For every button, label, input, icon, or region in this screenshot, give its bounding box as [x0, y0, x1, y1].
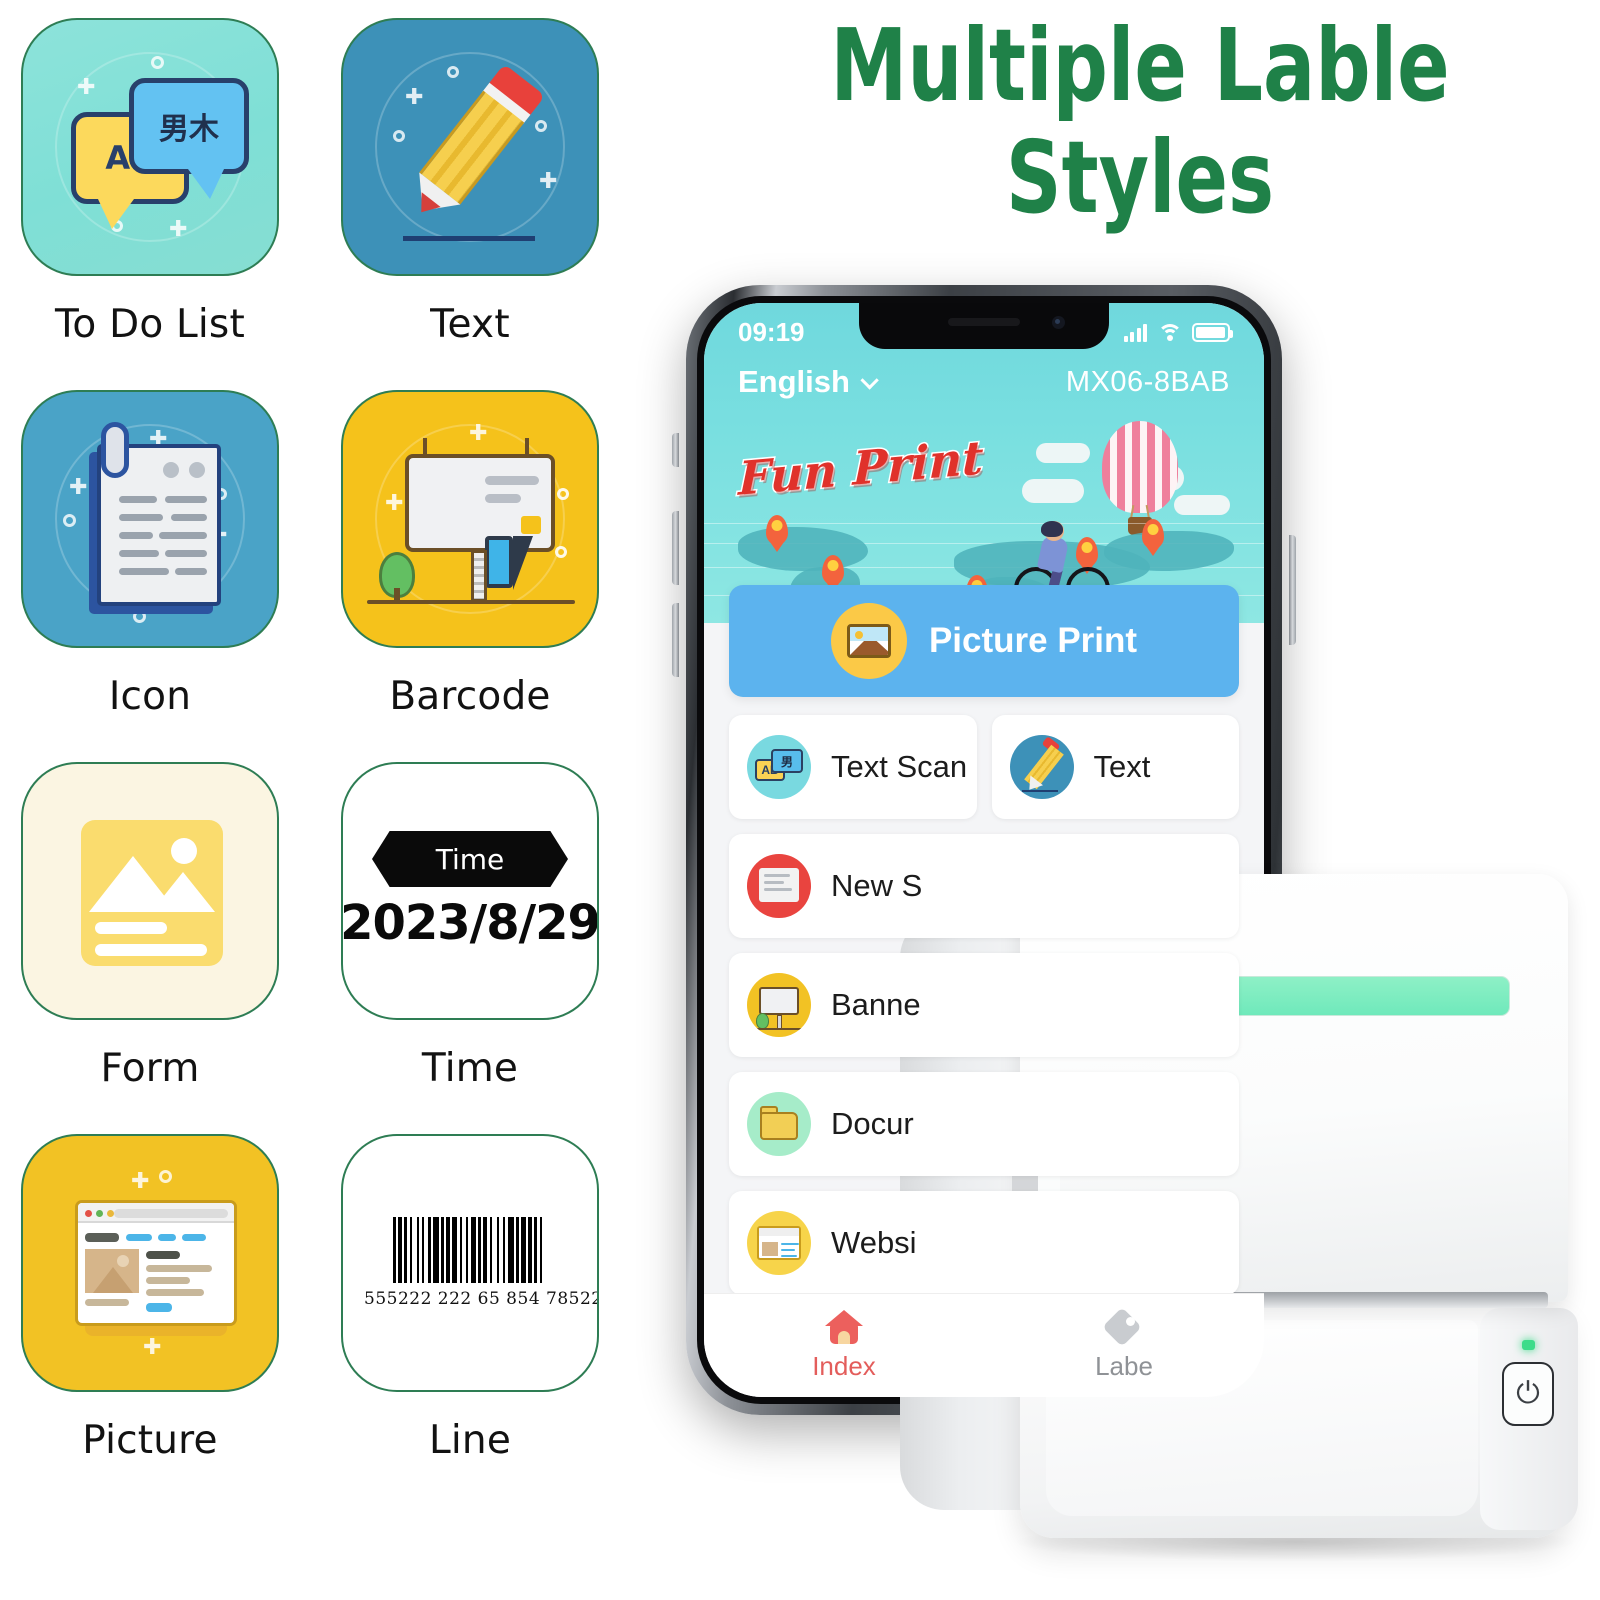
menu-item-label: Text Scan [831, 749, 968, 784]
tile-form[interactable]: Form [0, 762, 300, 1134]
status-bar-time: 09:19 [738, 316, 805, 347]
phone-mockup: 09:19 English MX06-8BAB Fun Print Pictur… [672, 285, 1296, 1415]
hot-air-balloon-icon [1102, 421, 1178, 535]
barcode-bars [393, 1217, 547, 1283]
underline-stroke [403, 236, 535, 241]
menu-item-label: New S [831, 868, 923, 903]
tile-icon[interactable]: ✚ ✚ ✚ [0, 390, 300, 762]
tile-label: Text [430, 302, 510, 347]
phone-screen: 09:19 English MX06-8BAB Fun Print Pictur… [704, 303, 1264, 1397]
tile-line[interactable]: 555222 222 65 854 78522 222 Line [320, 1134, 620, 1506]
battery-icon [1192, 322, 1233, 342]
fun-print-logo: Fun Print [736, 429, 985, 508]
tile-label: Icon [108, 674, 192, 719]
page-headline: Multiple Lable Styles [813, 10, 1467, 234]
menu-item-new-s[interactable]: New S [729, 834, 1239, 938]
language-label: English [738, 364, 850, 399]
power-button-icon[interactable]: ⏻ [1502, 1362, 1554, 1426]
tab-label: Index [812, 1350, 876, 1381]
tab-label-page[interactable]: Labe [984, 1294, 1264, 1397]
barcode-bar [542, 1217, 547, 1283]
tag-icon [1102, 1306, 1142, 1347]
tile-label: Picture [82, 1418, 218, 1463]
tile-picture-art: ✚ ✚ [21, 1134, 279, 1392]
time-banner: Time [372, 831, 568, 887]
tile-barcode[interactable]: ✚ ✚ Barcode [320, 390, 620, 762]
menu-row: Websi [729, 1191, 1239, 1295]
cloud-decor [1036, 443, 1090, 463]
folder-document-icon [747, 1092, 811, 1156]
tile-text[interactable]: ✚ ✚ Text [320, 18, 620, 390]
tile-to-do-list-art: ✚ ✚ AB 男木 [21, 18, 279, 276]
picture-print-icon [830, 603, 907, 679]
paperclip-icon [101, 422, 129, 478]
volume-up-button[interactable] [672, 511, 679, 585]
cloud-decor [1022, 479, 1084, 503]
device-id-label: MX06-8BAB [1065, 365, 1230, 398]
menu-item-banne[interactable]: Banne [729, 953, 1239, 1057]
home-icon [825, 1309, 863, 1344]
power-side-button[interactable] [1289, 535, 1296, 645]
tile-line-art: 555222 222 65 854 78522 222 [341, 1134, 599, 1392]
billboard-panel [405, 454, 555, 590]
language-selector[interactable]: English [738, 364, 879, 400]
bottom-tab-bar: Index Labe [704, 1293, 1264, 1397]
menu-row: New S [729, 834, 1239, 938]
tile-label: Form [100, 1046, 200, 1091]
label-style-grid: ✚ ✚ AB 男木 To Do List ✚ ✚ [0, 18, 620, 1538]
time-date-value: 2023/8/29 [341, 895, 599, 951]
picture-print-label: Picture Print [928, 621, 1138, 660]
menu-item-label: Banne [831, 987, 921, 1022]
barcode-digits: 555222 222 65 854 78522 222 [364, 1289, 599, 1309]
text-scan-icon: AB 男 [747, 735, 811, 799]
tile-form-art [21, 762, 279, 1020]
billboard-post [471, 550, 487, 602]
picture-print-button[interactable]: Picture Print [729, 585, 1239, 697]
image-form-icon [81, 820, 223, 966]
tile-barcode-art: ✚ ✚ [341, 390, 599, 648]
tile-label: Barcode [389, 674, 551, 719]
wifi-icon [1157, 323, 1182, 342]
tile-label: Time [421, 1046, 519, 1091]
pencil-icon [1009, 735, 1074, 799]
chevron-down-icon [860, 370, 879, 390]
menu-item-text-scan[interactable]: AB 男 Text Scan [729, 715, 977, 819]
menu-item-label: Websi [831, 1225, 917, 1260]
menu-row: Banne [729, 953, 1239, 1057]
tab-label: Labe [1095, 1350, 1153, 1381]
mute-switch[interactable] [672, 433, 679, 467]
scanner-device-icon [485, 536, 513, 588]
volume-down-button[interactable] [672, 603, 679, 677]
menu-row: AB 男 Text Scan Text [729, 715, 1239, 819]
menu-item-docur[interactable]: Docur [729, 1072, 1239, 1176]
banner-icon [747, 973, 811, 1037]
status-bar: 09:19 [704, 315, 1264, 349]
tile-label: Line [428, 1418, 512, 1463]
news-icon [747, 854, 811, 918]
menu-item-text[interactable]: Text [991, 715, 1239, 819]
menu-row: Docur [729, 1072, 1239, 1176]
tile-label: To Do List [55, 302, 245, 347]
tile-time-art: Time 2023/8/29 [341, 762, 599, 1020]
menu-item-websi[interactable]: Websi [729, 1191, 1239, 1295]
tile-icon-art: ✚ ✚ ✚ [21, 390, 279, 648]
phone-bezel: 09:19 English MX06-8BAB Fun Print Pictur… [697, 296, 1271, 1404]
menu-item-label: Text [1093, 749, 1151, 784]
cloud-decor [1174, 495, 1230, 515]
app-top-bar: English MX06-8BAB [704, 359, 1264, 405]
headline-line-1: Multiple Lable [830, 7, 1450, 124]
signal-bars-icon [1123, 323, 1147, 342]
tab-index[interactable]: Index [704, 1294, 984, 1397]
menu-item-label: Docur [831, 1106, 914, 1141]
browser-window-icon [75, 1200, 237, 1326]
status-led-indicator [1522, 1340, 1535, 1350]
tile-picture[interactable]: ✚ ✚ Picture [0, 1134, 300, 1506]
tile-to-do-list[interactable]: ✚ ✚ AB 男木 To Do List [0, 18, 300, 390]
tile-text-art: ✚ ✚ [341, 18, 599, 276]
speech-bubble-cjk: 男木 [129, 78, 249, 199]
tile-time[interactable]: Time 2023/8/29 Time [320, 762, 620, 1134]
website-icon [747, 1211, 811, 1275]
headline-line-2: Styles [1005, 119, 1275, 236]
